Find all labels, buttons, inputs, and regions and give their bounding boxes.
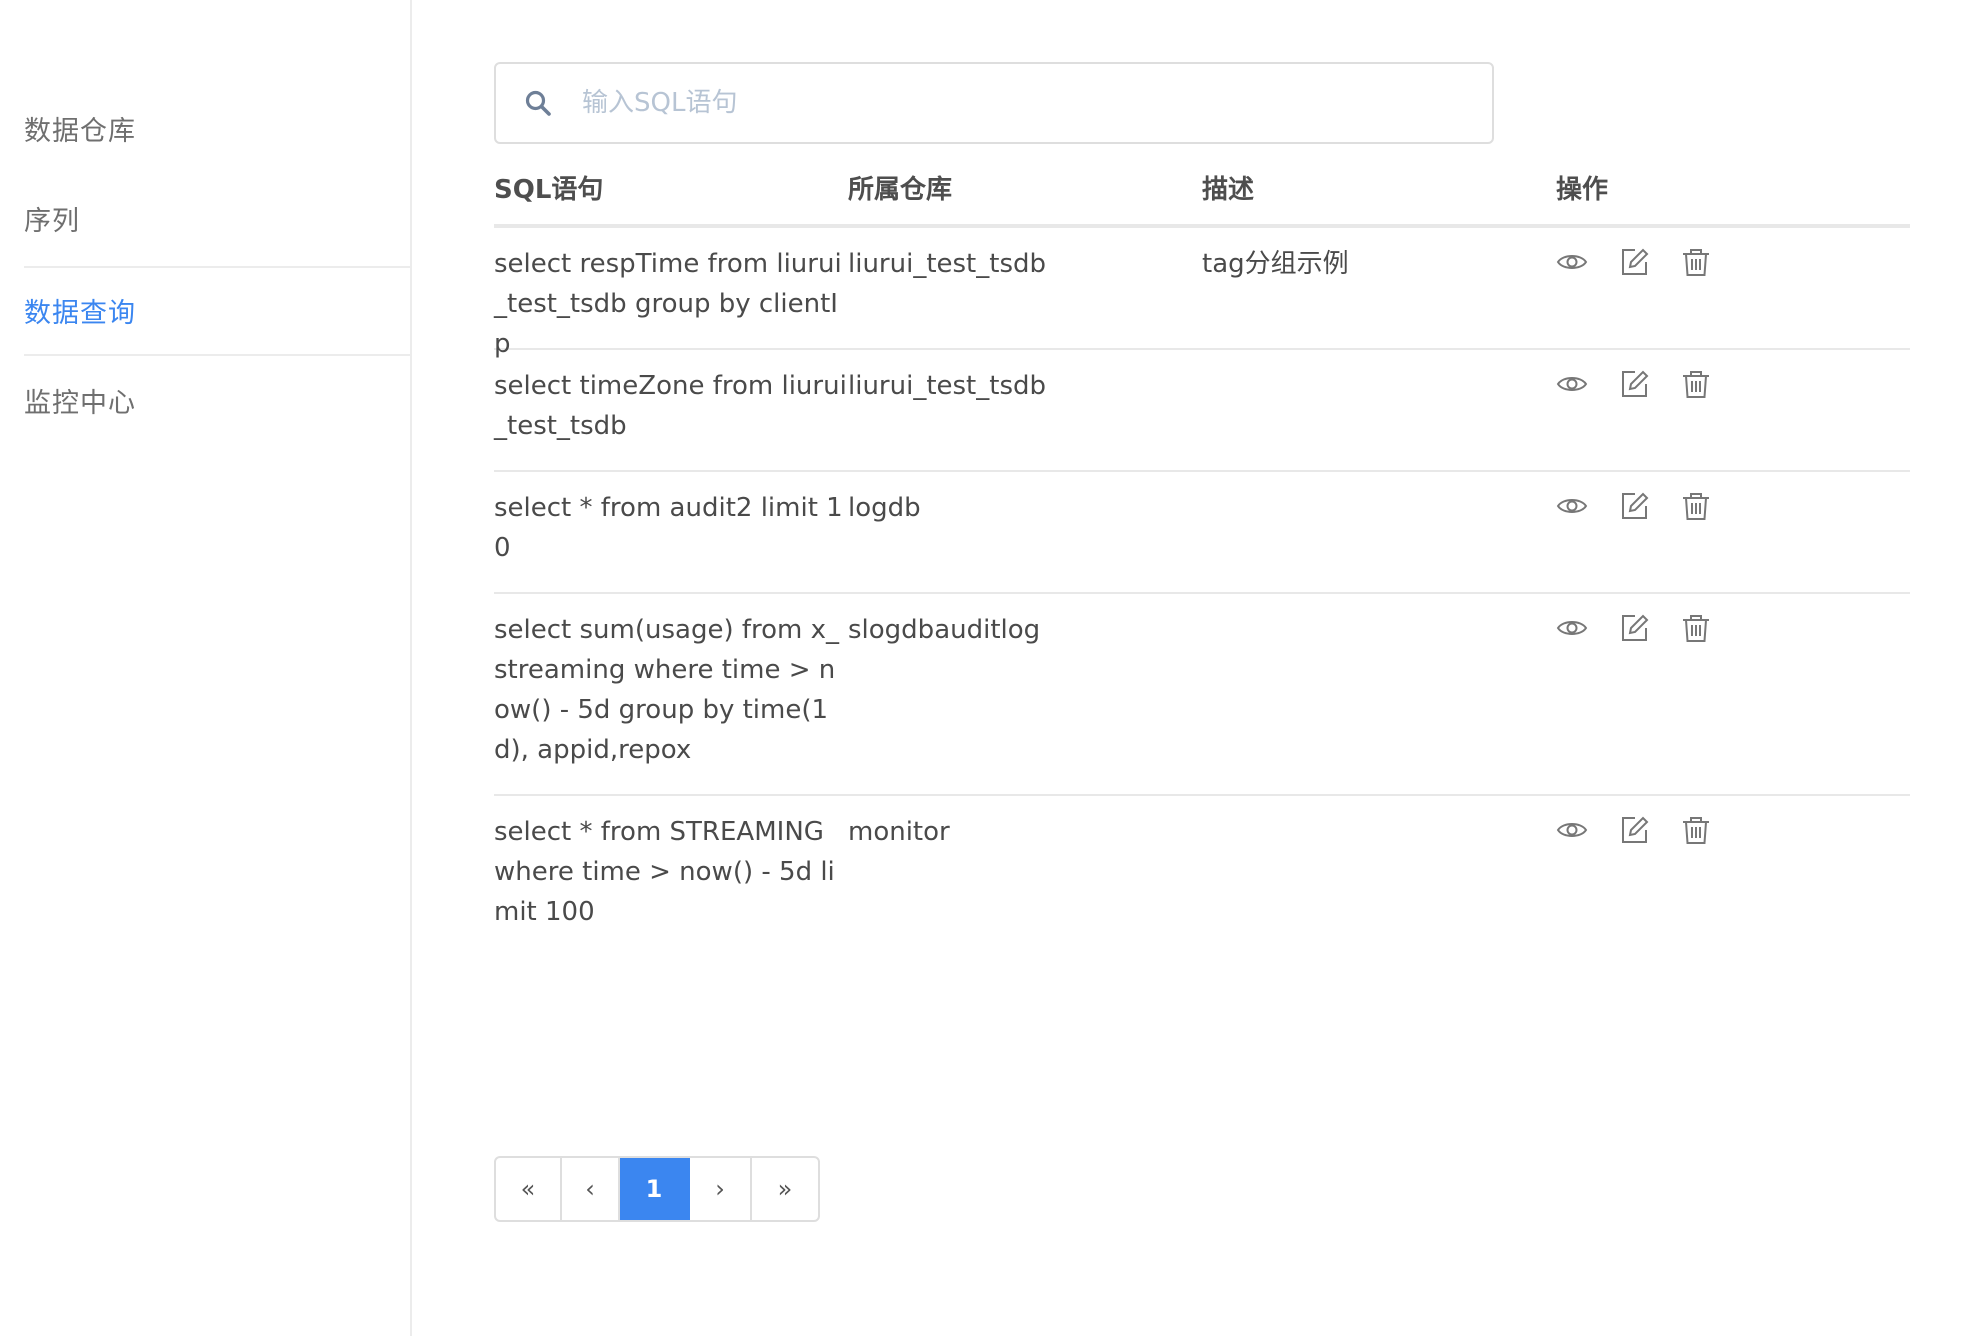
row-warehouse: logdb (848, 493, 921, 523)
header-sql: SQL语句 (494, 174, 604, 205)
pagination-last-button[interactable]: » (752, 1158, 818, 1220)
trash-icon[interactable] (1680, 490, 1712, 522)
row-warehouse: liurui_test_tsdb (848, 371, 1046, 401)
row-sql: select timeZone from liurui_test_tsdb (494, 371, 847, 441)
edit-icon[interactable] (1618, 490, 1650, 522)
row-actions (1556, 244, 1910, 278)
row-actions (1556, 366, 1910, 400)
edit-icon[interactable] (1618, 368, 1650, 400)
sql-table: SQL语句 所属仓库 描述 操作 select respTime from li… (494, 150, 1910, 958)
table-row: select sum(usage) from x_streaming where… (494, 594, 1910, 796)
edit-icon[interactable] (1618, 814, 1650, 846)
table-row: select * from STREAMING where time > now… (494, 796, 1910, 958)
sidebar: 数据仓库 序列 数据查询 监控中心 (0, 0, 412, 1336)
table-header: SQL语句 所属仓库 描述 操作 (494, 150, 1910, 228)
pagination-prev-button[interactable]: ‹ (562, 1158, 620, 1220)
table-row: select respTime from liurui_test_tsdb gr… (494, 228, 1910, 359)
row-sql: select respTime from liurui_test_tsdb gr… (494, 249, 842, 359)
trash-icon[interactable] (1680, 246, 1712, 278)
eye-icon[interactable] (1556, 246, 1588, 278)
edit-icon[interactable] (1618, 246, 1650, 278)
row-actions (1556, 610, 1910, 644)
sidebar-item-monitor-center[interactable]: 监控中心 (24, 356, 412, 444)
sidebar-item-series[interactable]: 序列 (24, 174, 412, 262)
eye-icon[interactable] (1556, 612, 1588, 644)
edit-icon[interactable] (1618, 612, 1650, 644)
row-warehouse: monitor (848, 817, 950, 847)
pagination-first-button[interactable]: « (496, 1158, 562, 1220)
table-row: select * from audit2 limit 10 logdb (494, 472, 1910, 594)
row-sql: select * from STREAMING where time > now… (494, 817, 835, 927)
row-actions (1556, 488, 1910, 522)
pagination-page-current[interactable]: 1 (620, 1158, 690, 1220)
trash-icon[interactable] (1680, 612, 1712, 644)
eye-icon[interactable] (1556, 814, 1588, 846)
trash-icon[interactable] (1680, 814, 1712, 846)
row-sql: select * from audit2 limit 10 (494, 493, 843, 563)
sql-search-input[interactable] (580, 72, 1492, 134)
header-actions: 操作 (1556, 174, 1609, 205)
pagination-next-button[interactable]: › (690, 1158, 752, 1220)
pagination: « ‹ 1 › » (494, 1156, 820, 1222)
table-row: select timeZone from liurui_test_tsdb li… (494, 350, 1910, 472)
row-sql: select sum(usage) from x_streaming where… (494, 615, 840, 765)
main-content: SQL语句 所属仓库 描述 操作 select respTime from li… (494, 0, 1910, 1336)
header-warehouse: 所属仓库 (848, 174, 953, 205)
trash-icon[interactable] (1680, 368, 1712, 400)
eye-icon[interactable] (1556, 368, 1588, 400)
search-box[interactable] (494, 62, 1494, 144)
row-warehouse: liurui_test_tsdb (848, 249, 1046, 279)
eye-icon[interactable] (1556, 490, 1588, 522)
row-warehouse: slogdbauditlog (848, 615, 1041, 645)
row-actions (1556, 812, 1910, 846)
search-icon (524, 89, 552, 117)
sidebar-item-data-warehouse[interactable]: 数据仓库 (24, 84, 412, 172)
row-description: tag分组示例 (1202, 249, 1349, 279)
header-description: 描述 (1202, 174, 1255, 205)
sidebar-item-data-query[interactable]: 数据查询 (24, 266, 412, 354)
